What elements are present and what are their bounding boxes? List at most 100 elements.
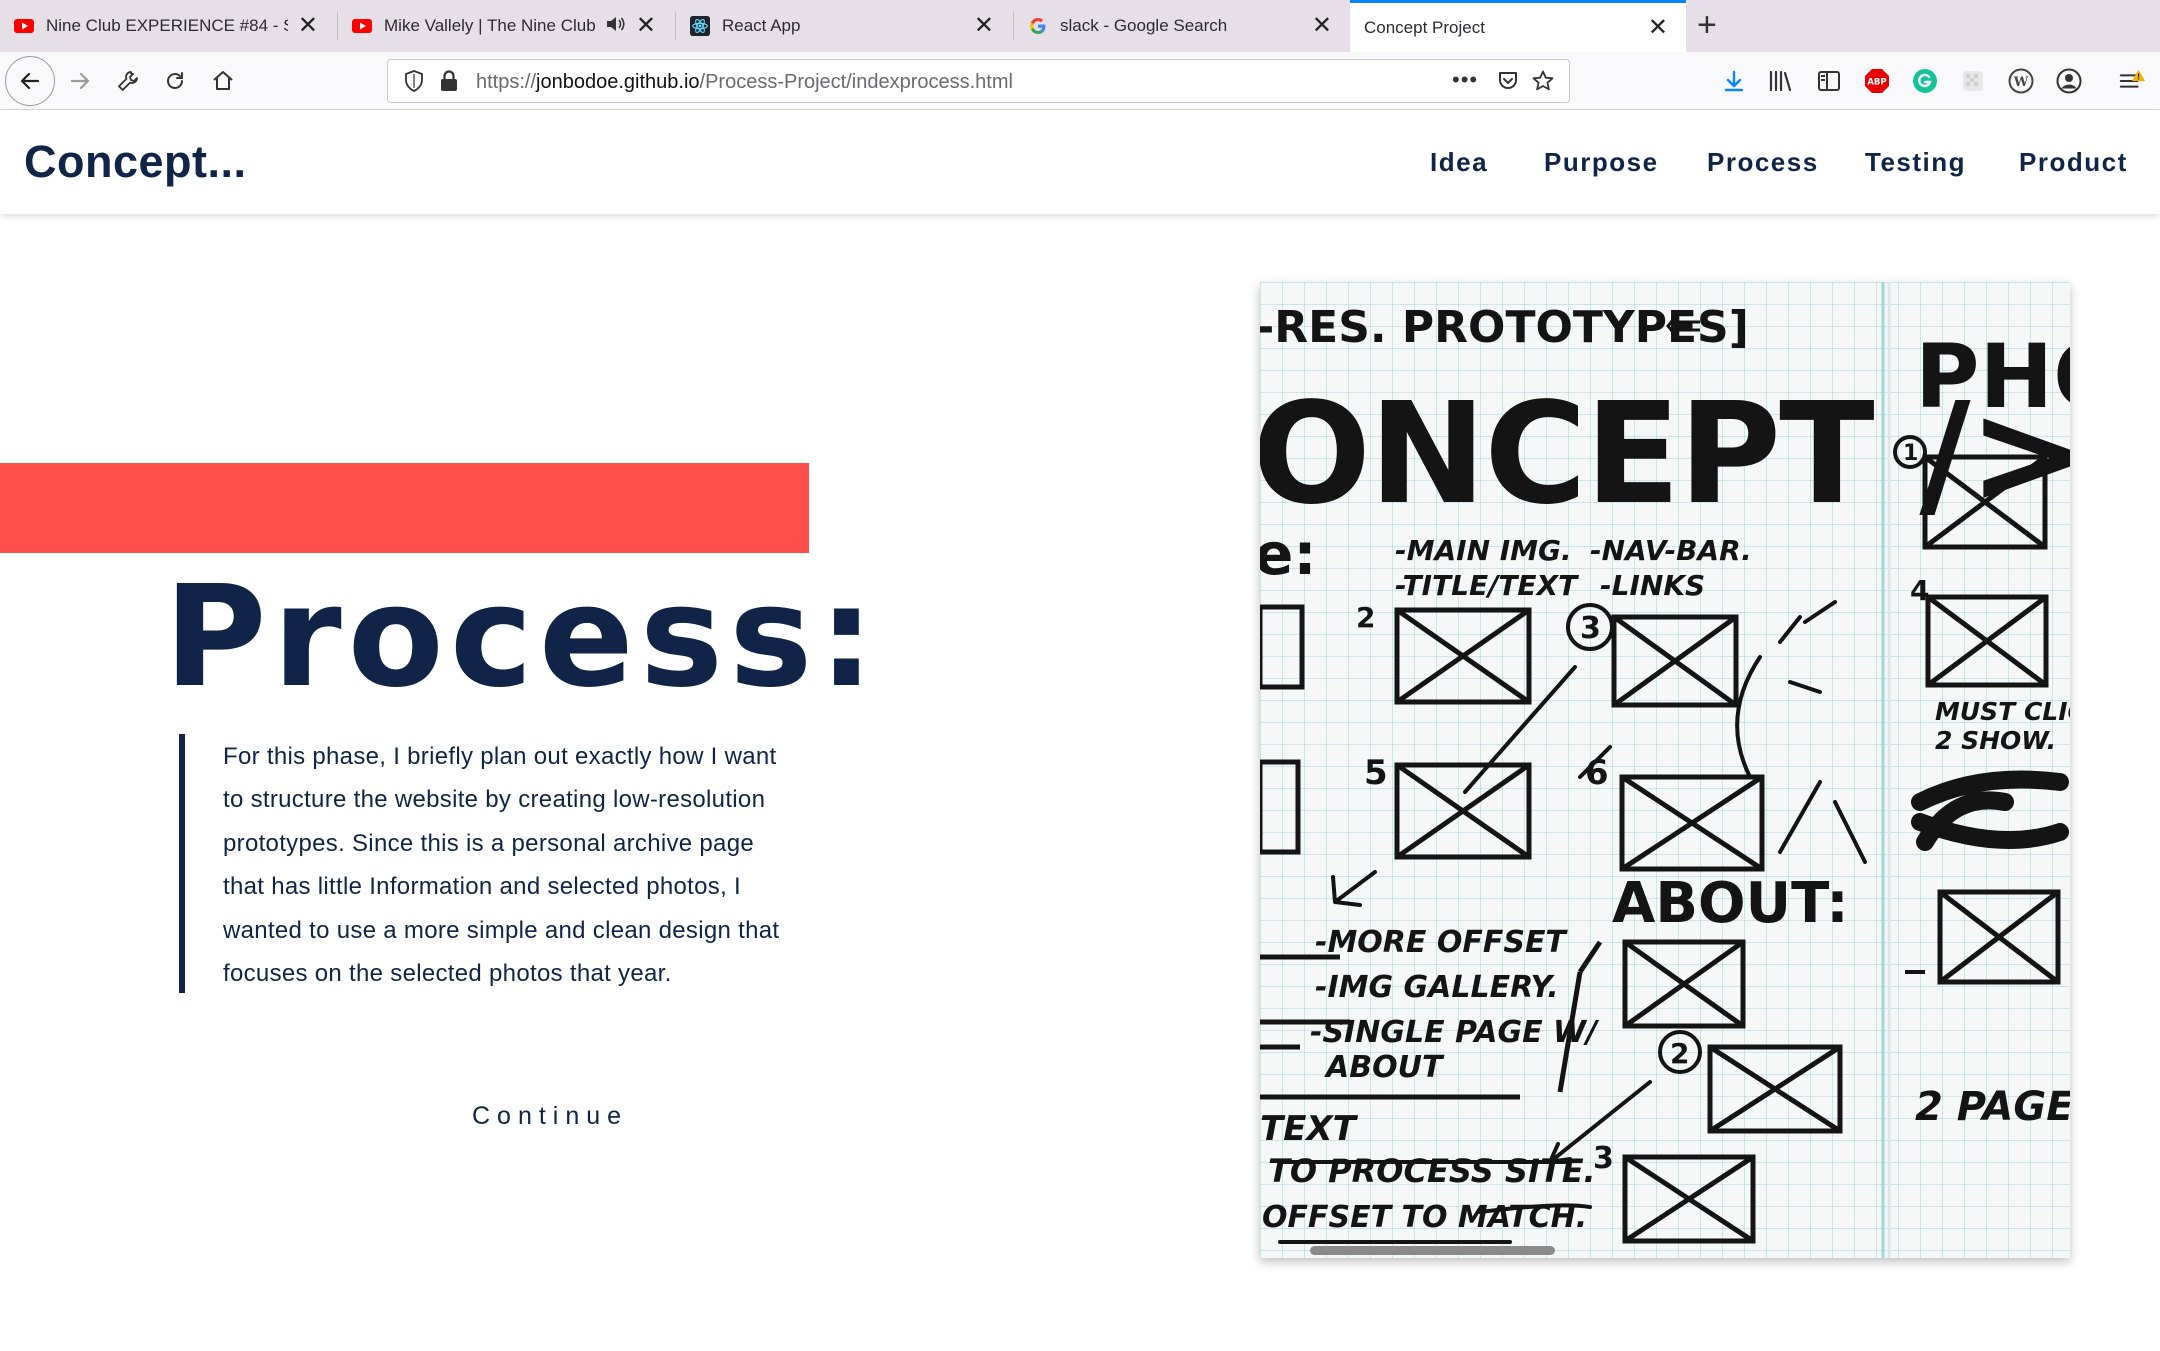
description-line: wanted to use a more simple and clean de…: [223, 916, 780, 944]
description-line: focuses on the selected photos that year…: [223, 960, 672, 988]
prototype-sketch-image: -RES. PROTOTYPES] ONCEPT /> PHO e: -MAIN…: [1260, 282, 2070, 1258]
bookmark-star-icon[interactable]: [1531, 69, 1555, 98]
tab-title: Mike Vallely | The Nine Club: [384, 16, 596, 35]
sketch-note: OFFSET TO MATCH.: [1262, 1200, 1587, 1235]
wordpress-icon[interactable]: W: [2007, 67, 2035, 95]
svg-text:W: W: [2013, 75, 2029, 90]
reload-icon: [167, 72, 183, 89]
process-description: For this phase, I briefly plan out exact…: [223, 735, 843, 995]
new-tab-button[interactable]: +: [1697, 8, 1717, 42]
description-line: that has little Information and selected…: [223, 873, 741, 901]
sketch-note-prefix: e:: [1260, 520, 1317, 588]
description-line: to structure the website by creating low…: [223, 786, 766, 814]
sketch-note: -MAIN IMG.: [1395, 534, 1572, 567]
sketch-title: -RES. PROTOTYPES]: [1260, 302, 1749, 353]
shield-icon[interactable]: [404, 70, 424, 97]
sketch-number: 6: [1585, 753, 1609, 793]
react-icon: [690, 16, 710, 36]
sidebar-icon[interactable]: [1815, 67, 1843, 95]
sketch-note: ABOUT: [1324, 1050, 1445, 1085]
sketch-note: MUST CLIC: [1935, 697, 2070, 726]
sketch-note: -LINKS: [1600, 569, 1705, 602]
sketch-note: -NAV-BAR.: [1590, 534, 1752, 567]
sketch-pages-label: 2 PAGES: [1915, 1084, 2070, 1130]
home-icon: [213, 71, 233, 90]
extension-placeholder-icon[interactable]: [1959, 67, 1987, 95]
sketch-number: 2: [1356, 601, 1375, 634]
close-icon[interactable]: ✕: [298, 14, 318, 38]
tab-concept-project[interactable]: Concept Project ✕: [1350, 0, 1686, 52]
account-icon[interactable]: [2055, 67, 2083, 95]
close-icon[interactable]: ✕: [1648, 15, 1668, 40]
tab-title: Nine Club EXPERIENCE #84 - S: [46, 16, 288, 35]
sketch-about-label: ABOUT:: [1612, 871, 1849, 936]
sketch-note: -TITLE/TEXT: [1395, 569, 1579, 602]
tab-nine-club-experience[interactable]: Nine Club EXPERIENCE #84 - S ✕: [0, 0, 336, 52]
image-scrollbar-thumb[interactable]: [1310, 1246, 1555, 1255]
url-text[interactable]: https://jonbodoe.github.io/Process-Proje…: [476, 71, 1013, 94]
download-icon[interactable]: [1720, 67, 1748, 95]
reload-button[interactable]: [155, 61, 195, 101]
google-icon: [1028, 16, 1048, 36]
url-host: jonbodoe.github.io: [536, 71, 700, 93]
close-icon[interactable]: ✕: [974, 14, 994, 38]
accent-bar: [0, 463, 809, 553]
pocket-icon[interactable]: [1497, 70, 1519, 97]
sketch-number: 3: [1593, 1141, 1614, 1176]
sketch-note: -IMG GALLERY.: [1315, 970, 1559, 1005]
browser-tab-strip: Nine Club EXPERIENCE #84 - S ✕ Mike Vall…: [0, 0, 2160, 52]
sketch-note: 2 SHOW.: [1935, 726, 2056, 755]
sketch-note: TO PROCESS SITE.: [1268, 1152, 1596, 1190]
tab-title: slack - Google Search: [1060, 16, 1228, 35]
arrow-right-icon: [70, 72, 90, 90]
sketch-number: 3: [1580, 611, 1601, 646]
sketch-number: 5: [1364, 753, 1388, 793]
library-icon[interactable]: [1767, 67, 1795, 95]
youtube-icon: [14, 16, 34, 36]
sketch-note: -SINGLE PAGE W/: [1310, 1015, 1600, 1050]
tab-title: Concept Project: [1364, 17, 1485, 37]
address-bar[interactable]: https://jonbodoe.github.io/Process-Proje…: [387, 59, 1570, 103]
page-actions-icon[interactable]: •••: [1452, 67, 1478, 93]
speaker-icon[interactable]: [606, 15, 626, 38]
page-title: Process:: [164, 556, 881, 719]
forward-button[interactable]: [60, 61, 100, 101]
nav-link-idea[interactable]: Idea: [1430, 147, 1488, 178]
sketch-number: 2: [1670, 1037, 1689, 1070]
youtube-icon: [352, 16, 372, 36]
sketch-note: -MORE OFFSET: [1315, 925, 1568, 960]
sketch-drawing: -RES. PROTOTYPES] ONCEPT /> PHO e: -MAIN…: [1260, 282, 2070, 1258]
tab-title: React App: [722, 16, 801, 35]
adblock-icon[interactable]: ABP: [1863, 67, 1891, 95]
continue-button[interactable]: Continue: [472, 1102, 628, 1131]
lock-icon[interactable]: [440, 70, 458, 97]
sketch-number: 1: [1903, 441, 1918, 466]
tab-react-app[interactable]: React App ✕: [676, 0, 1012, 52]
quote-rule: [179, 734, 185, 993]
nav-link-process[interactable]: Process: [1707, 147, 1819, 178]
url-scheme: https://: [476, 71, 537, 93]
sketch-number: 4: [1910, 574, 1929, 607]
hamburger-menu-icon[interactable]: [2118, 67, 2146, 95]
url-path: /Process-Project/indexprocess.html: [699, 71, 1013, 93]
svg-text:ABP: ABP: [1867, 78, 1886, 88]
tab-mike-vallely[interactable]: Mike Vallely | The Nine Club ✕: [338, 0, 674, 52]
wrench-icon[interactable]: [108, 61, 148, 101]
back-button[interactable]: [5, 56, 55, 106]
arrow-left-icon: [20, 72, 40, 90]
nav-link-product[interactable]: Product: [2019, 147, 2128, 178]
site-logo[interactable]: Concept...: [24, 136, 247, 188]
description-line: prototypes. Since this is a personal arc…: [223, 829, 754, 857]
nav-link-purpose[interactable]: Purpose: [1544, 147, 1659, 178]
description-line: For this phase, I briefly plan out exact…: [223, 743, 777, 770]
nav-link-testing[interactable]: Testing: [1865, 147, 1966, 178]
close-icon[interactable]: ✕: [1312, 14, 1332, 38]
sketch-page-title: PHO: [1915, 325, 2070, 428]
grammarly-icon[interactable]: [1911, 67, 1939, 95]
close-icon[interactable]: ✕: [636, 14, 656, 38]
sketch-note: TEXT: [1260, 1109, 1359, 1149]
site-header: Concept... Idea Purpose Process Testing …: [0, 111, 2160, 214]
tab-slack-google-search[interactable]: slack - Google Search ✕: [1014, 0, 1350, 52]
home-button[interactable]: [203, 61, 243, 101]
navigation-toolbar: https://jonbodoe.github.io/Process-Proje…: [0, 52, 2160, 110]
